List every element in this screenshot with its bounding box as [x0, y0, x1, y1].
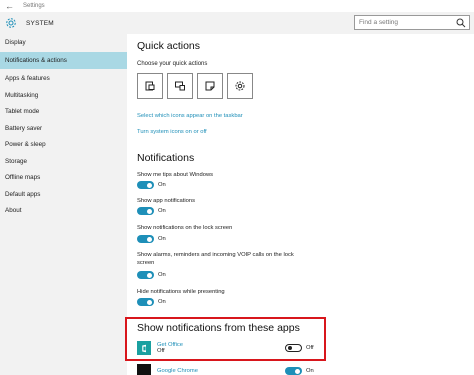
- toggle-row-presenting: On: [137, 298, 166, 306]
- sidebar-item-multitasking[interactable]: Multitasking: [0, 87, 127, 104]
- app-row-google-chrome[interactable]: Google Chrome On: [137, 364, 314, 375]
- sidebar-item-default-apps[interactable]: Default apps: [0, 186, 127, 203]
- tablet-mode-icon: [145, 81, 155, 91]
- taskbar-icons-link[interactable]: Select which icons appear on the taskbar: [137, 113, 243, 119]
- notifications-heading: Notifications: [137, 152, 195, 164]
- sidebar-item-notifications[interactable]: Notifications & actions: [0, 51, 127, 69]
- app-name-google-chrome[interactable]: Google Chrome: [157, 368, 285, 374]
- note-icon: [205, 81, 215, 91]
- sidebar-item-display[interactable]: Display: [0, 34, 127, 51]
- toggle-tips[interactable]: [137, 181, 154, 189]
- settings-header: SYSTEM: [0, 12, 474, 34]
- search-input[interactable]: [359, 19, 455, 26]
- toggle-state-alarms-voip: On: [158, 272, 166, 278]
- quick-action-tablet-mode[interactable]: [137, 73, 163, 99]
- system-icons-link[interactable]: Turn system icons on or off: [137, 129, 207, 135]
- toggle-alarms-voip[interactable]: [137, 271, 154, 279]
- search-icon[interactable]: [455, 17, 467, 29]
- sidebar-item-apps-features[interactable]: Apps & features: [0, 71, 127, 88]
- settings-icon: [235, 81, 245, 91]
- toggle-state-google-chrome: On: [306, 368, 314, 374]
- window-title: Settings: [23, 3, 45, 9]
- quick-action-note[interactable]: [197, 73, 223, 99]
- sidebar-item-storage[interactable]: Storage: [0, 153, 127, 170]
- toggle-presenting[interactable]: [137, 298, 154, 306]
- title-bar: ← Settings: [0, 0, 474, 12]
- toggle-row-tips: On: [137, 181, 166, 189]
- search-box[interactable]: [354, 15, 470, 30]
- toggle-row-alarms-voip: On: [137, 271, 166, 279]
- quick-action-settings[interactable]: [227, 73, 253, 99]
- toggle-row-lock-screen: On: [137, 235, 166, 243]
- quick-action-connect[interactable]: [167, 73, 193, 99]
- setting-label-lock-screen: Show notifications on the lock screen: [137, 225, 233, 231]
- highlight-box: [125, 317, 326, 361]
- setting-label-app-notifications: Show app notifications: [137, 198, 196, 204]
- quick-actions-subtitle: Choose your quick actions: [137, 61, 208, 67]
- toggle-row-app-notifications: On: [137, 207, 166, 215]
- sidebar-item-about[interactable]: About: [0, 203, 127, 220]
- quick-actions-row: [137, 73, 253, 99]
- toggle-state-lock-screen: On: [158, 236, 166, 242]
- toggle-state-app-notifications: On: [158, 208, 166, 214]
- toggle-state-presenting: On: [158, 299, 166, 305]
- sidebar: Display Notifications & actions Apps & f…: [0, 34, 127, 375]
- chrome-app-icon: [137, 364, 151, 375]
- sidebar-item-tablet-mode[interactable]: Tablet mode: [0, 104, 127, 121]
- toggle-app-notifications[interactable]: [137, 207, 154, 215]
- toggle-google-chrome[interactable]: [285, 367, 302, 375]
- setting-label-presenting: Hide notifications while presenting: [137, 289, 225, 295]
- sidebar-item-offline-maps[interactable]: Offline maps: [0, 170, 127, 187]
- back-arrow-icon[interactable]: ←: [5, 1, 17, 11]
- toggle-lock-screen[interactable]: [137, 235, 154, 243]
- connect-icon: [175, 81, 185, 91]
- section-title: SYSTEM: [26, 19, 54, 27]
- quick-actions-heading: Quick actions: [137, 40, 201, 52]
- sidebar-item-power-sleep[interactable]: Power & sleep: [0, 137, 127, 154]
- setting-label-alarms-voip: Show alarms, reminders and incoming VOIP…: [137, 252, 294, 266]
- gear-icon: [6, 18, 16, 28]
- setting-label-tips: Show me tips about Windows: [137, 172, 214, 178]
- sidebar-item-battery-saver[interactable]: Battery saver: [0, 120, 127, 137]
- toggle-state-tips: On: [158, 182, 166, 188]
